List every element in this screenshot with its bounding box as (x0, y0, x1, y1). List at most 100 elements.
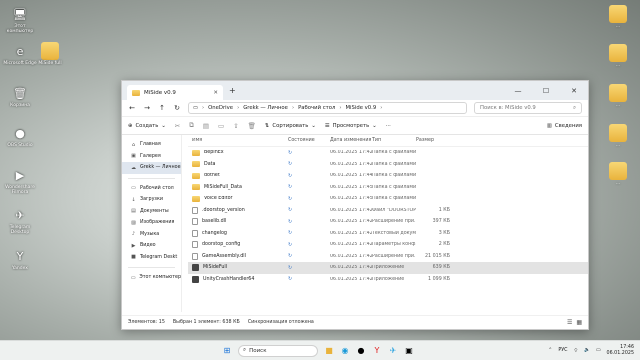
battery-icon[interactable]: ▭ (596, 348, 601, 353)
sidebar-item[interactable]: ▭ Рабочий стол (122, 183, 181, 195)
start-icon[interactable]: ⊞ (222, 346, 232, 356)
file-row[interactable]: baselib.dll ↻ 06.01.2025 17:42 Расширение п… (188, 216, 588, 228)
wifi-icon[interactable]: ⌔ (573, 348, 578, 354)
sidebar-item[interactable]: ☁ Grekk — Личное (122, 162, 181, 174)
breadcrumb-onedrive[interactable]: OneDrive (208, 105, 233, 111)
tab-close-icon[interactable]: ✕ (213, 90, 218, 96)
close-button[interactable]: ✕ (560, 87, 588, 95)
search-input[interactable]: Поиск в: MiSide v0.9 ⌕ (474, 102, 582, 114)
file-row[interactable]: BepInEx ↻ 06.01.2025 17:42 Папка с файлами (188, 147, 588, 159)
yandex-icon[interactable]: Y (372, 346, 382, 356)
file-row[interactable]: MiSideFull_Data ↻ 06.01.2025 17:45 Папка с … (188, 182, 588, 194)
file-explorer-window[interactable]: MiSide v0.9 ✕ + — ☐ ✕ ← → ↑ ↻ ▭ › OneDri… (121, 80, 589, 330)
desktop-icon[interactable]: MiSide full (32, 42, 68, 66)
minimize-button[interactable]: — (504, 87, 532, 95)
forward-icon[interactable]: → (143, 104, 151, 112)
sidebar-item-label: Этот компьютер (139, 275, 181, 281)
item-count: Элементов: 15 (128, 320, 165, 325)
file-row[interactable]: doorstop_config ↻ 06.01.2025 17:42 Параметр… (188, 239, 588, 251)
file-row[interactable]: UnityCrashHandler64 ↻ 06.01.2025 17:42 Прил… (188, 274, 588, 286)
new-tab-button[interactable]: + (229, 86, 236, 95)
sidebar-divider (128, 177, 175, 179)
explorer-icon[interactable]: ■ (324, 346, 334, 356)
share-icon[interactable]: ⇪ (233, 122, 238, 130)
volume-icon[interactable]: 🔈 (584, 348, 590, 353)
address-bar[interactable]: ▭ › OneDrive › Grekk — Личное › Рабочий … (188, 102, 467, 114)
sidebar-item-label: Telegram Deskt (140, 254, 178, 260)
sidebar-item[interactable]: ▤ Документы (122, 206, 181, 218)
column-date[interactable]: Дата изменения (330, 138, 372, 143)
desktop-icon[interactable]: ▶ Wondershare Filmora (2, 166, 38, 196)
refresh-icon[interactable]: ↻ (173, 104, 181, 112)
sync-icon: ↻ (288, 253, 293, 260)
app-icon[interactable]: ▣ (404, 346, 414, 356)
breadcrumb-personal[interactable]: Grekk — Личное (243, 105, 288, 111)
language-indicator[interactable]: РУС (558, 348, 567, 353)
file-row[interactable]: dotnet ↻ 06.01.2025 17:44 Папка с файлами (188, 170, 588, 182)
tab-misside[interactable]: MiSide v0.9 ✕ (127, 85, 223, 100)
sidebar-item[interactable]: ■ Telegram Deskt (122, 252, 181, 264)
copy-icon[interactable]: ⧉ (189, 121, 194, 130)
desktop-folder-icon[interactable]: ... (600, 84, 636, 108)
desktop-icon[interactable]: ● OBS Studio (2, 124, 38, 149)
file-row[interactable]: Data ↻ 06.01.2025 17:42 Папка с файлами (188, 159, 588, 171)
sidebar-item[interactable]: ▨ Изображения (122, 217, 181, 229)
desktop-folder-icon[interactable]: ... (600, 44, 636, 68)
details-view-icon[interactable]: ☰ (567, 319, 572, 326)
cut-icon[interactable]: ✂ (175, 122, 180, 130)
obs-icon[interactable]: ● (356, 346, 366, 356)
sidebar-item[interactable]: ▶ Видео (122, 240, 181, 252)
maximize-button[interactable]: ☐ (532, 87, 560, 95)
sidebar-item[interactable]: ▣ Галерея (122, 151, 181, 163)
column-type[interactable]: Тип (372, 138, 416, 143)
desktop-folder-icon[interactable]: ... (600, 5, 636, 29)
column-size[interactable]: Размер (416, 138, 454, 143)
desktop-folder-icon[interactable]: ... (600, 124, 636, 148)
file-row[interactable]: GameAssembly.dll ↻ 06.01.2025 17:42 Расшире… (188, 251, 588, 263)
desktop-folder-icon[interactable]: ... (600, 162, 636, 186)
file-size: 639 КБ (432, 265, 450, 271)
file-type: Папка с файлами (372, 196, 416, 202)
folder-icon (132, 89, 140, 96)
delete-icon[interactable]: 🗑 (248, 122, 256, 130)
sidebar-item[interactable]: ⌂ Главная (122, 139, 181, 151)
file-row[interactable]: MiSideFull ↻ 06.01.2025 17:42 Приложение 639… (188, 262, 588, 274)
sync-icon: ↻ (288, 218, 293, 225)
column-status[interactable]: Состояние (288, 138, 330, 143)
breadcrumb-desktop[interactable]: Рабочий стол (298, 105, 335, 111)
breadcrumb-misside[interactable]: MiSide v0.9 (345, 105, 376, 111)
chevron-up-icon[interactable]: ⌃ (548, 348, 552, 353)
up-icon[interactable]: ↑ (158, 104, 166, 112)
file-size: 1 КБ (438, 207, 450, 213)
file-name: UnityCrashHandler64 (203, 276, 255, 282)
create-button[interactable]: ⊕ Создать ⌄ (128, 123, 166, 129)
desktop-icon[interactable]: 🖥 Этот компьютер (2, 5, 38, 35)
sidebar-item[interactable]: ↓ Загрузки (122, 194, 181, 206)
desktop-icon[interactable]: 🗑 Корзина (2, 84, 38, 109)
back-icon[interactable]: ← (128, 104, 136, 112)
edge-icon[interactable]: ◉ (340, 346, 350, 356)
paste-icon[interactable]: ▤ (203, 122, 209, 130)
view-button[interactable]: ☰ Просмотреть ⌄ (325, 123, 377, 129)
details-button[interactable]: ▥ Сведения (547, 123, 582, 129)
rename-icon[interactable]: ▭ (218, 122, 224, 130)
file-row[interactable]: changelog ↻ 06.01.2025 17:42 Текстовый доку… (188, 228, 588, 240)
clock[interactable]: 17:46 06.01.2025 (607, 345, 634, 357)
folder-icon (609, 5, 627, 23)
desktop-icon[interactable]: ✈ Telegram Desktop (2, 206, 38, 236)
desktop-icon-glyph: Y (16, 249, 24, 263)
file-row[interactable]: Voice Editor ↻ 06.01.2025 17:45 Папка с фай… (188, 193, 588, 205)
column-name[interactable]: Имя (188, 138, 288, 143)
telegram-icon[interactable]: ✈ (388, 346, 398, 356)
file-row[interactable]: .doorstop_version ↻ 06.01.2025 17:42 Файл "… (188, 205, 588, 217)
desktop-icon[interactable]: Y Yandex (2, 247, 38, 272)
cloud-icon: ☁ (131, 164, 136, 171)
sort-button[interactable]: ⇅ Сортировать ⌄ (265, 123, 316, 129)
more-button[interactable]: ··· (386, 123, 391, 129)
sidebar-item[interactable]: ▭ Этот компьютер (122, 272, 181, 284)
search-placeholder: Поиск в: MiSide v0.9 (480, 105, 536, 111)
sidebar-item[interactable]: ♪ Музыка (122, 229, 181, 241)
file-type: Расширение при... (372, 253, 416, 259)
tiles-view-icon[interactable]: ▦ (576, 319, 582, 326)
taskbar-search[interactable]: ⌕ Поиск (238, 344, 318, 357)
